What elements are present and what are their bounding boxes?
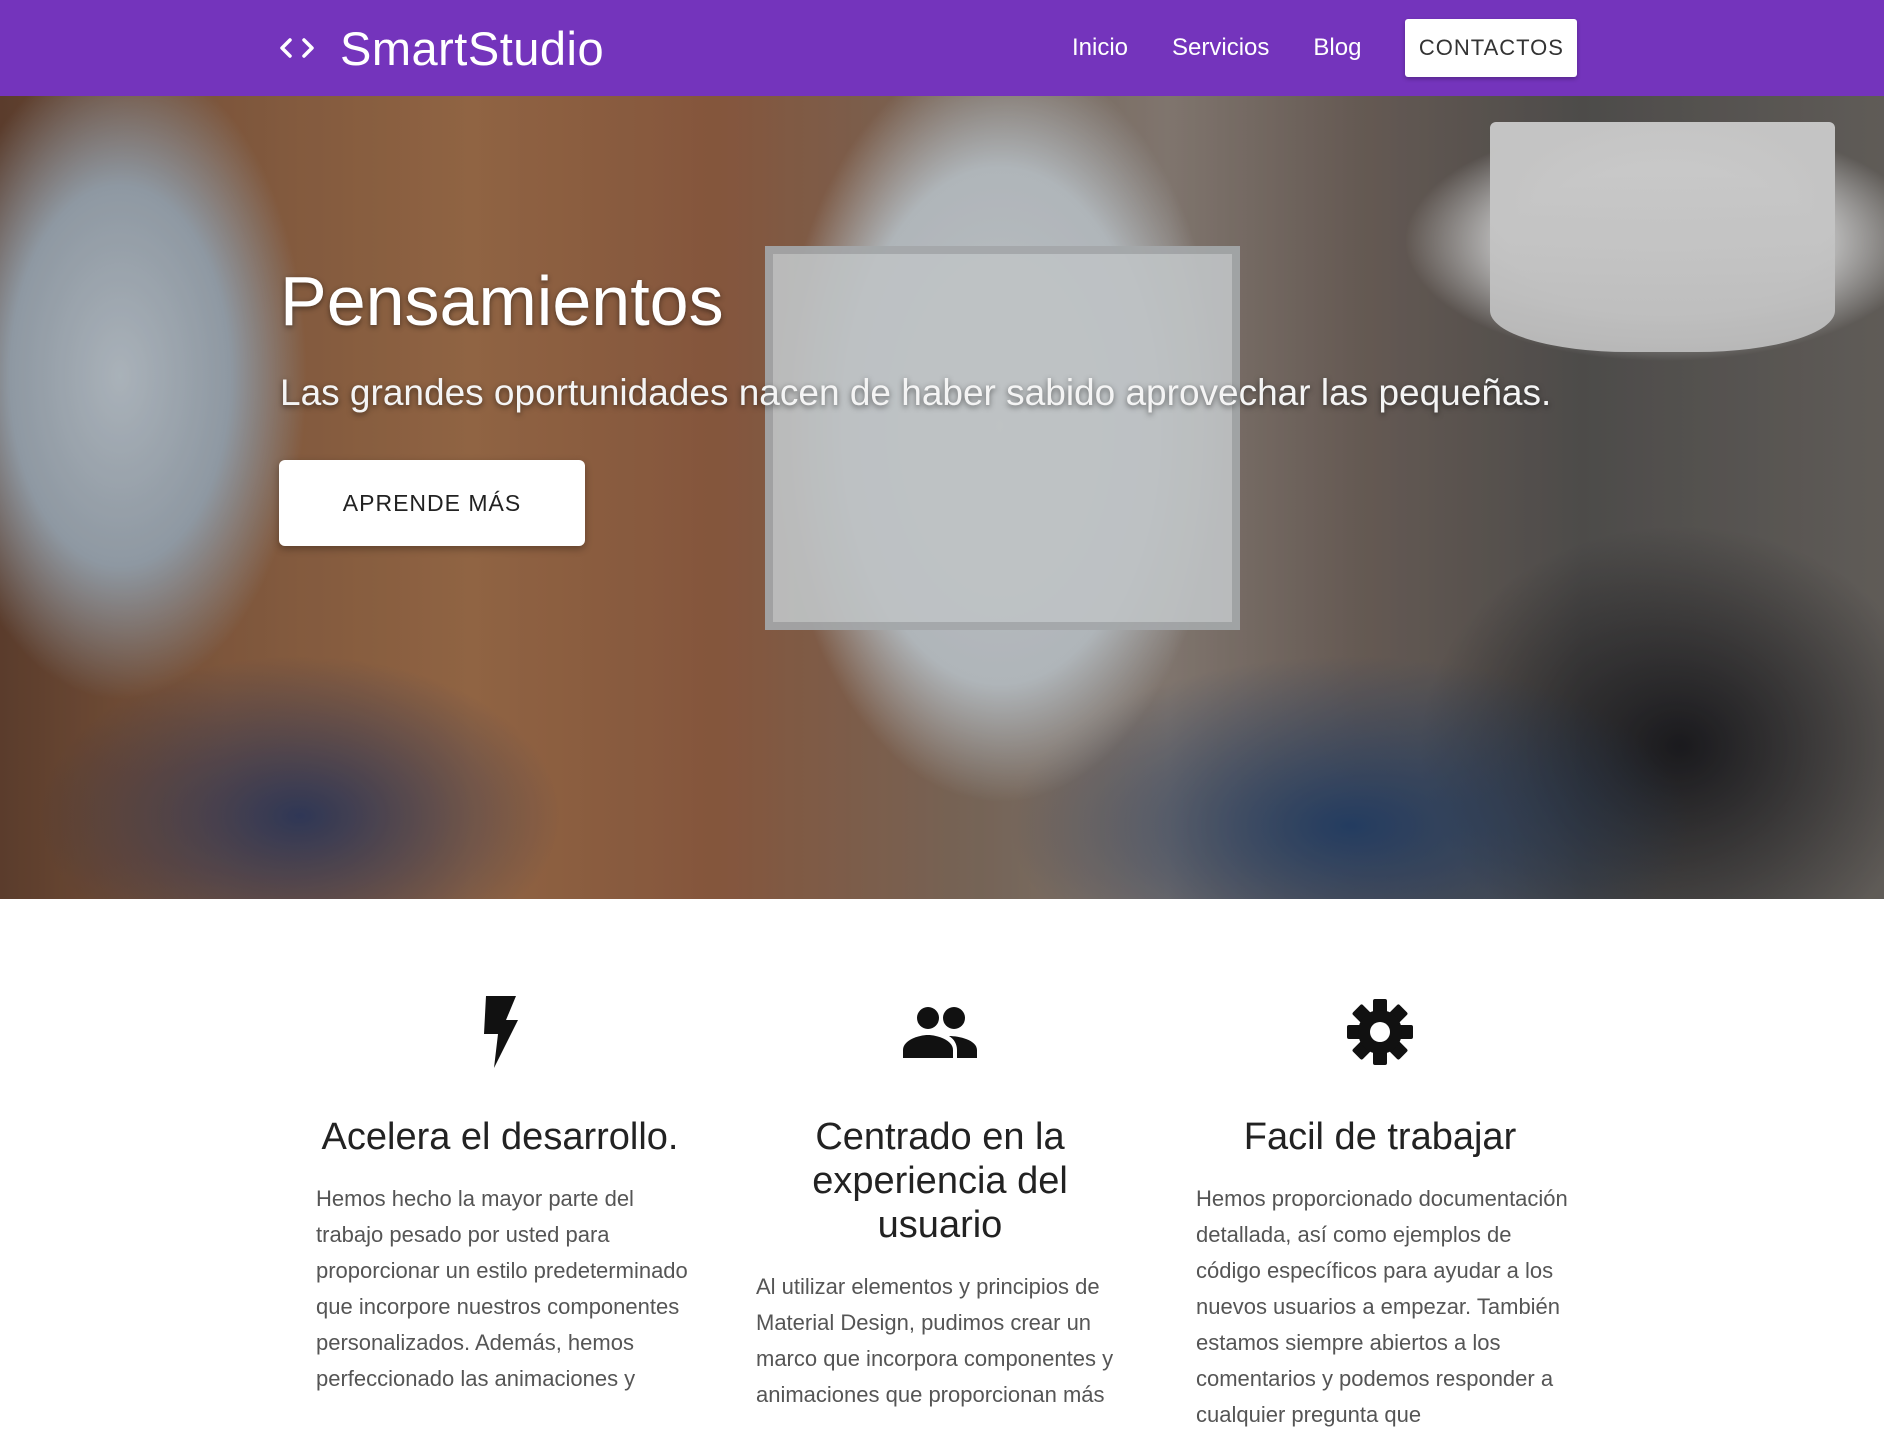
brand-logo-link[interactable]: SmartStudio [280,0,604,96]
aprende-mas-button[interactable]: APRENDE MÁS [279,460,585,546]
nav-link-blog[interactable]: Blog [1313,34,1361,62]
features-section: Acelera el desarrollo. Hemos hecho la ma… [0,899,1884,1427]
hero-title: Pensamientos [280,262,724,340]
nav-link-servicios[interactable]: Servicios [1172,34,1269,62]
feature-title: Facil de trabajar [1243,1116,1517,1158]
nav-link-inicio[interactable]: Inicio [1072,34,1128,62]
hero-banner: Pensamientos Las grandes oportunidades n… [0,96,1884,899]
group-icon [750,987,1130,1077]
contactos-button[interactable]: CONTACTOS [1405,19,1578,77]
hero-subtitle: Las grandes oportunidades nacen de haber… [280,372,1552,413]
nav-links: Inicio Servicios Blog CONTACTOS [1072,0,1578,96]
feature-text: Al utilizar elementos y principios de Ma… [756,1274,1114,1407]
feature-card-easy: Facil de trabajar Hemos proporcionado do… [1190,899,1570,1433]
feature-title: Centrado en la experiencia del usuario [812,1116,1068,1246]
gear-icon [1190,987,1570,1077]
feature-title: Acelera el desarrollo. [321,1116,679,1158]
code-icon [280,38,314,58]
feature-text: Hemos hecho la mayor parte del trabajo p… [316,1186,688,1391]
feature-card-speed: Acelera el desarrollo. Hemos hecho la ma… [310,899,690,1397]
brand-name: SmartStudio [340,21,605,75]
feature-card-ux: Centrado en la experiencia del usuario A… [750,899,1130,1413]
navbar: SmartStudio Inicio Servicios Blog CONTAC… [0,0,1884,96]
feature-text: Hemos proporcionado documentación detall… [1196,1186,1568,1427]
bolt-icon [310,987,690,1077]
